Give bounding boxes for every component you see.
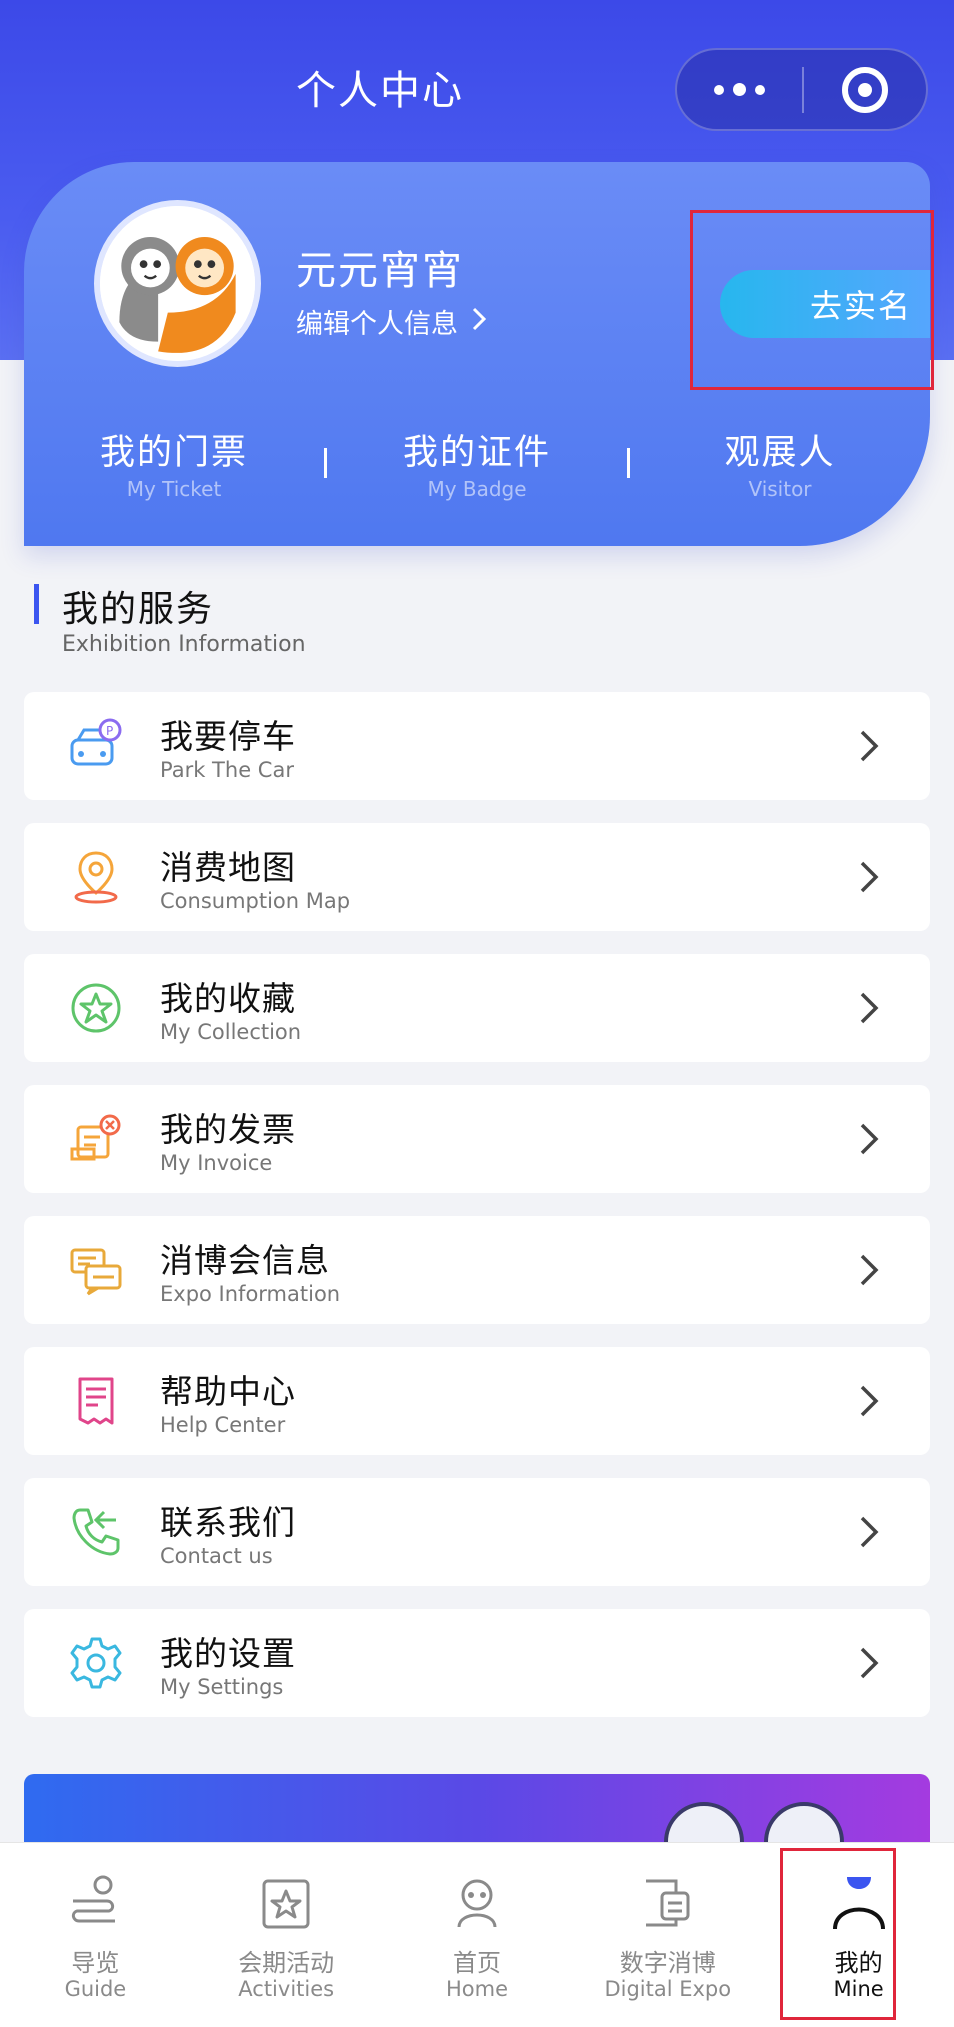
service-item-label: 我要停车 <box>160 717 296 756</box>
stat-my-ticket[interactable]: 我的门票 My Ticket <box>24 424 324 501</box>
chevron-right-icon <box>860 1123 879 1155</box>
tab-sublabel: Mine <box>833 1977 884 2001</box>
service-item-my-invoice[interactable]: 我的发票 My Invoice <box>24 1085 930 1193</box>
document-icon <box>66 1371 126 1431</box>
service-item-sublabel: My Collection <box>160 1020 302 1044</box>
tab-sublabel: Digital Expo <box>604 1977 732 2001</box>
stat-label: 我的证件 <box>402 433 551 473</box>
location-pin-icon <box>66 847 126 907</box>
svg-text:P: P <box>106 724 113 738</box>
chevron-right-icon <box>860 1516 879 1548</box>
tab-label: 导览 <box>71 1949 120 1977</box>
stat-my-badge[interactable]: 我的证件 My Badge <box>327 424 627 501</box>
service-item-sublabel: My Settings <box>160 1675 284 1699</box>
user-name: 元元宵宵 <box>296 248 464 294</box>
chat-bubbles-icon <box>66 1240 126 1300</box>
profile-card: 元元宵宵 编辑个人信息 去实名 我的门票 My Ticket 我的证件 My B… <box>24 162 930 546</box>
activity-star-icon <box>254 1871 318 1935</box>
tab-label: 首页 <box>452 1949 501 1977</box>
guide-route-icon <box>63 1871 127 1935</box>
edit-profile-label: 编辑个人信息 <box>296 309 458 340</box>
section-title: 我的服务 <box>62 589 215 630</box>
gear-icon <box>66 1633 126 1693</box>
tab-label: 会期活动 <box>238 1949 335 1977</box>
chevron-right-icon <box>860 1385 879 1417</box>
tab-label: 我的 <box>834 1949 883 1977</box>
close-target-icon[interactable] <box>804 50 926 129</box>
tab-sublabel: Activities <box>238 1977 335 2001</box>
tab-sublabel: Home <box>445 1977 508 2001</box>
stat-label: 我的门票 <box>99 433 248 473</box>
service-item-label: 帮助中心 <box>160 1372 296 1411</box>
stat-sublabel: Visitor <box>748 477 812 501</box>
more-icon[interactable] <box>677 50 802 129</box>
service-item-label: 消费地图 <box>160 848 296 887</box>
edit-profile-link[interactable]: 编辑个人信息 <box>296 302 487 341</box>
service-item-sublabel: Help Center <box>160 1413 286 1437</box>
stat-sublabel: My Badge <box>427 477 527 501</box>
section-subtitle: Exhibition Information <box>62 632 306 657</box>
tab-label: 数字消博 <box>619 1949 716 1977</box>
service-item-my-settings[interactable]: 我的设置 My Settings <box>24 1609 930 1717</box>
service-item-label: 消博会信息 <box>160 1241 330 1280</box>
service-item-label: 我的收藏 <box>160 979 296 1018</box>
miniprogram-capsule <box>675 48 928 131</box>
chevron-right-icon <box>860 1254 879 1286</box>
parking-car-icon: P <box>66 716 126 776</box>
profile-stats: 我的门票 My Ticket 我的证件 My Badge 观展人 Visitor <box>24 424 930 514</box>
service-item-my-collection[interactable]: 我的收藏 My Collection <box>24 954 930 1062</box>
service-item-consumption-map[interactable]: 消费地图 Consumption Map <box>24 823 930 931</box>
service-item-help-center[interactable]: 帮助中心 Help Center <box>24 1347 930 1455</box>
tab-digital-expo[interactable]: 数字消博 Digital Expo <box>572 1843 763 2027</box>
user-icon <box>827 1871 891 1935</box>
service-item-expo-information[interactable]: 消博会信息 Expo Information <box>24 1216 930 1324</box>
service-item-label: 我的发票 <box>160 1110 296 1149</box>
service-item-sublabel: Consumption Map <box>160 889 351 913</box>
phone-call-icon <box>66 1502 126 1562</box>
service-item-sublabel: Contact us <box>160 1544 273 1568</box>
service-item-park-car[interactable]: P 我要停车 Park The Car <box>24 692 930 800</box>
stat-label: 观展人 <box>724 433 836 473</box>
home-mascot-icon <box>445 1871 509 1935</box>
avatar[interactable] <box>94 200 261 367</box>
tab-sublabel: Guide <box>64 1977 127 2001</box>
service-item-sublabel: Park The Car <box>160 758 294 782</box>
service-item-sublabel: Expo Information <box>160 1282 341 1306</box>
real-name-verify-button[interactable]: 去实名 <box>720 270 930 338</box>
tab-activities[interactable]: 会期活动 Activities <box>191 1843 382 2027</box>
chevron-right-icon <box>860 1647 879 1679</box>
chevron-right-icon <box>860 730 879 762</box>
service-item-label: 我的设置 <box>160 1634 296 1673</box>
digital-expo-icon <box>636 1871 700 1935</box>
invoice-icon <box>66 1109 126 1169</box>
bottom-tab-bar: 导览 Guide 会期活动 Activities 首页 Home 数字消博 Di… <box>0 1842 954 2027</box>
tab-guide[interactable]: 导览 Guide <box>0 1843 191 2027</box>
service-item-contact-us[interactable]: 联系我们 Contact us <box>24 1478 930 1586</box>
star-circle-icon <box>66 978 126 1038</box>
chevron-right-icon <box>860 992 879 1024</box>
section-accent-bar <box>34 584 39 624</box>
page-title: 个人中心 <box>296 68 464 114</box>
service-item-sublabel: My Invoice <box>160 1151 273 1175</box>
chevron-right-icon <box>472 305 487 338</box>
stat-visitor[interactable]: 观展人 Visitor <box>630 424 930 501</box>
chevron-right-icon <box>860 861 879 893</box>
service-item-label: 联系我们 <box>160 1503 296 1542</box>
stat-sublabel: My Ticket <box>126 477 222 501</box>
tab-mine[interactable]: 我的 Mine <box>763 1843 954 2027</box>
tab-home[interactable]: 首页 Home <box>382 1843 573 2027</box>
